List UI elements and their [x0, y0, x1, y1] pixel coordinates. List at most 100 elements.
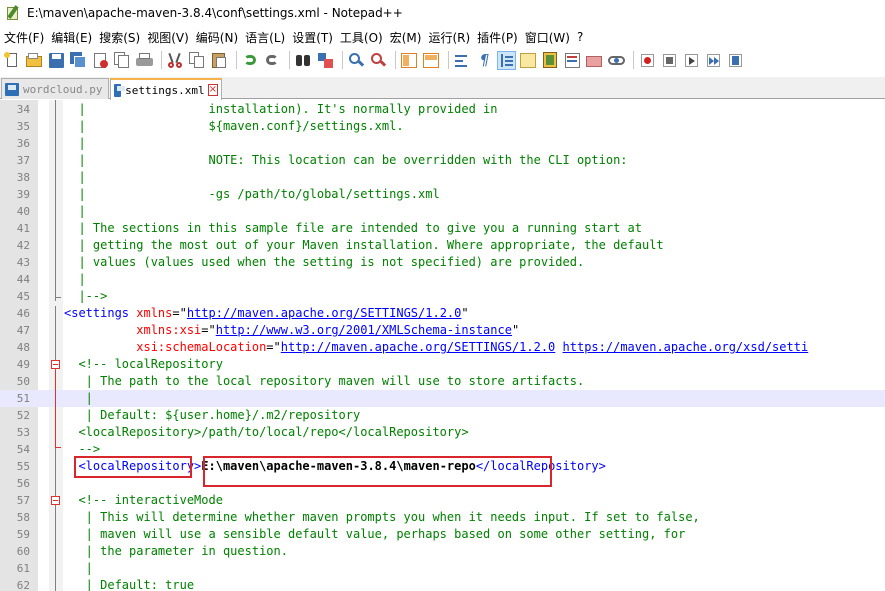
menu-help[interactable]: ? — [576, 30, 589, 44]
zoom-in-icon[interactable] — [347, 51, 366, 70]
editor-area[interactable]: 34 | installation). It's normally provid… — [0, 100, 885, 591]
save-macro-icon[interactable] — [726, 51, 745, 70]
line-number: 44 — [16, 273, 30, 286]
comment-text: | ${maven.conf}/settings.xml. — [64, 119, 404, 133]
line-content: | getting the most out of your Maven ins… — [64, 237, 663, 254]
show-all-characters-icon[interactable]: ¶ — [475, 51, 494, 70]
code-line[interactable]: 48 xsi:schemaLocation="http://maven.apac… — [0, 339, 885, 356]
find-icon[interactable] — [294, 51, 313, 70]
save-icon[interactable] — [47, 51, 66, 70]
undo-icon[interactable] — [241, 51, 260, 70]
tab-wordcloud-py[interactable]: wordcloud.py — [1, 78, 109, 99]
code-line[interactable]: 53 <localRepository>/path/to/local/repo<… — [0, 424, 885, 441]
xml-equals: =" — [172, 306, 187, 320]
code-line[interactable]: 52 | Default: ${user.home}/.m2/repositor… — [0, 407, 885, 424]
code-line[interactable]: 42 | getting the most out of your Maven … — [0, 237, 885, 254]
code-line[interactable]: 34 | installation). It's normally provid… — [0, 101, 885, 118]
menu-macro[interactable]: 宏(M) — [389, 29, 428, 46]
menu-file[interactable]: 文件(F) — [3, 29, 50, 46]
indent-guide-icon[interactable] — [497, 50, 516, 70]
code-line[interactable]: 60 | the parameter in question. — [0, 543, 885, 560]
line-number: 53 — [16, 426, 30, 439]
open-file-icon[interactable] — [25, 51, 44, 70]
code-line[interactable]: 45 |--> — [0, 288, 885, 305]
tab-settings-xml[interactable]: settings.xml × — [110, 78, 222, 100]
replace-icon[interactable] — [316, 51, 335, 70]
zoom-out-icon[interactable] — [369, 51, 388, 70]
code-line[interactable]: 57 <!-- interactiveMode — [0, 492, 885, 509]
window-title: E:\maven\apache-maven-3.8.4\conf\setting… — [27, 6, 403, 20]
sync-vertical-icon[interactable] — [400, 51, 419, 70]
run-macro-multiple-icon[interactable] — [704, 51, 723, 70]
line-content: |--> — [64, 288, 107, 305]
xml-url-link[interactable]: http://www.w3.org/2001/XMLSchema-instanc… — [216, 323, 512, 337]
code-line[interactable]: 41 | The sections in this sample file ar… — [0, 220, 885, 237]
comment-text: <!-- interactiveMode — [64, 493, 223, 507]
comment-text: <localRepository>/path/to/local/repo</lo… — [64, 425, 469, 439]
menu-view[interactable]: 视图(V) — [146, 29, 195, 46]
code-line[interactable]: 46 <settings xmlns="http://maven.apache.o… — [0, 305, 885, 322]
menu-window[interactable]: 窗口(W) — [524, 29, 576, 46]
xml-url-link[interactable]: http://maven.apache.org/SETTINGS/1.2.0 — [281, 340, 556, 354]
document-map-icon[interactable] — [541, 51, 560, 70]
comment-text: | — [64, 272, 86, 286]
fold-collapse-icon[interactable] — [51, 360, 60, 369]
xml-url-link[interactable]: http://maven.apache.org/SETTINGS/1.2.0 — [187, 306, 462, 320]
code-line[interactable]: 37 | NOTE: This location can be overridd… — [0, 152, 885, 169]
code-line[interactable]: 47 xmlns:xsi="http://www.w3.org/2001/XML… — [0, 322, 885, 339]
menu-search[interactable]: 搜索(S) — [98, 29, 146, 46]
code-line[interactable]: 61 | — [0, 560, 885, 577]
close-all-icon[interactable] — [113, 51, 132, 70]
paste-icon[interactable] — [210, 51, 229, 70]
record-macro-icon[interactable] — [638, 51, 657, 70]
code-line[interactable]: 38 | — [0, 169, 885, 186]
comment-text: | -gs /path/to/global/settings.xml — [64, 187, 440, 201]
code-line[interactable]: 36 | — [0, 135, 885, 152]
code-line[interactable]: 44 | — [0, 271, 885, 288]
code-line[interactable]: 51 | — [0, 390, 885, 407]
line-number: 59 — [16, 528, 30, 541]
menu-edit[interactable]: 编辑(E) — [50, 29, 98, 46]
sync-horizontal-icon[interactable] — [422, 51, 441, 70]
comment-text: | Default: true — [64, 578, 195, 591]
word-wrap-icon[interactable] — [453, 51, 472, 70]
folder-as-workspace-icon[interactable] — [585, 51, 604, 70]
menu-language[interactable]: 语言(L) — [244, 29, 291, 46]
play-macro-icon[interactable] — [682, 51, 701, 70]
function-list-icon[interactable] — [563, 51, 582, 70]
code-line[interactable]: 50 | The path to the local repository ma… — [0, 373, 885, 390]
fold-collapse-icon[interactable] — [51, 496, 60, 505]
code-line[interactable]: 35 | ${maven.conf}/settings.xml. — [0, 118, 885, 135]
close-tab-icon[interactable]: × — [207, 84, 218, 96]
code-line[interactable]: 39 | -gs /path/to/global/settings.xml — [0, 186, 885, 203]
line-content: <!-- localRepository — [64, 356, 223, 373]
save-all-icon[interactable] — [69, 51, 88, 70]
code-line[interactable]: 43 | values (values used when the settin… — [0, 254, 885, 271]
code-line[interactable]: 40 | — [0, 203, 885, 220]
print-icon[interactable] — [135, 51, 154, 70]
code-line[interactable]: 59 | maven will use a sensible default v… — [0, 526, 885, 543]
new-file-icon[interactable] — [3, 51, 22, 70]
line-content: <settings xmlns="http://maven.apache.org… — [64, 305, 469, 322]
close-file-icon[interactable] — [91, 51, 110, 70]
menu-tools[interactable]: 工具(O) — [339, 29, 389, 46]
user-defined-language-icon[interactable] — [519, 51, 538, 70]
code-line[interactable]: 58 | This will determine whether maven p… — [0, 509, 885, 526]
menu-run[interactable]: 运行(R) — [427, 29, 476, 46]
line-content: <localRepository>/path/to/local/repo</lo… — [64, 424, 469, 441]
menu-encoding[interactable]: 编码(N) — [195, 29, 244, 46]
xml-open-tag: <settings — [64, 306, 130, 320]
monitoring-icon[interactable] — [607, 51, 626, 70]
menu-plugins[interactable]: 插件(P) — [476, 29, 524, 46]
menu-settings[interactable]: 设置(T) — [291, 29, 339, 46]
stop-macro-icon[interactable] — [660, 51, 679, 70]
line-content: | values (values used when the setting i… — [64, 254, 584, 271]
copy-icon[interactable] — [188, 51, 207, 70]
xml-url-link[interactable]: https://maven.apache.org/xsd/setti — [563, 340, 809, 354]
cut-icon[interactable] — [166, 51, 185, 70]
redo-icon[interactable] — [263, 51, 282, 70]
line-number: 35 — [16, 120, 30, 133]
code-line[interactable]: 62 | Default: true — [0, 577, 885, 591]
code-line[interactable]: 49 <!-- localRepository — [0, 356, 885, 373]
